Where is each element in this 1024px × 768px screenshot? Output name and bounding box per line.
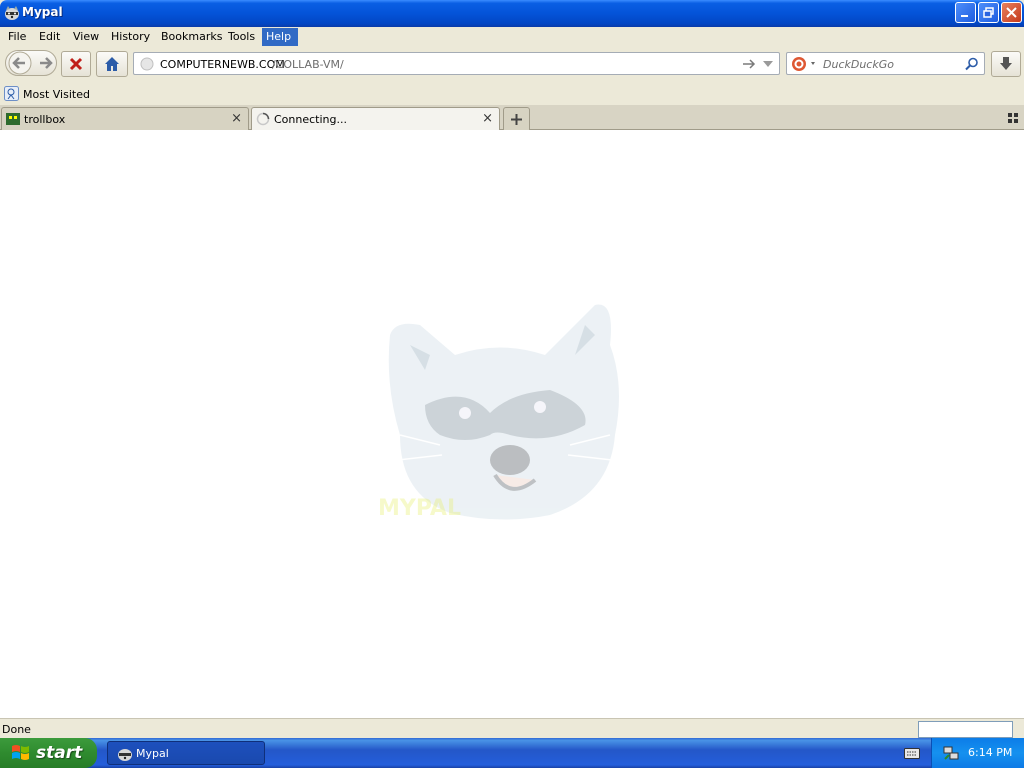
close-button[interactable] (1001, 2, 1022, 23)
page-content[interactable]: MYPAL (0, 130, 1024, 718)
svg-text:MYPAL: MYPAL (378, 496, 461, 521)
menu-help[interactable]: Help (262, 28, 298, 46)
start-label: start (36, 743, 83, 763)
globe-icon (140, 57, 154, 71)
navigation-toolbar: COMPUTERNEWB.COM /COLLAB-VM/ DuckDuckGo (0, 46, 1024, 83)
most-visited-icon (4, 86, 19, 101)
stop-button[interactable] (61, 51, 91, 77)
clock: 6:14 PM (968, 746, 1013, 759)
restore-button[interactable] (978, 2, 999, 23)
start-button[interactable]: start (0, 738, 97, 768)
minimize-icon (961, 15, 968, 17)
tab-label: trollbox (24, 113, 66, 126)
taskbar-item-label: Mypal (136, 747, 169, 760)
back-forward-group (5, 50, 57, 76)
bookmarks-toolbar: Most Visited (0, 83, 1024, 105)
tab-strip: trollbox × Connecting... × (0, 105, 1024, 131)
minimize-button[interactable] (955, 2, 976, 23)
home-icon (105, 57, 119, 71)
url-bar[interactable]: COMPUTERNEWB.COM /COLLAB-VM/ (133, 52, 780, 75)
menu-tools[interactable]: Tools (224, 28, 259, 46)
download-icon (1000, 57, 1012, 70)
menu-edit[interactable]: Edit (35, 28, 64, 46)
tab-groups-icon[interactable] (1008, 113, 1018, 123)
menu-bookmarks[interactable]: Bookmarks (157, 28, 226, 46)
window-title: Mypal (22, 5, 63, 19)
url-path: /COLLAB-VM/ (272, 58, 344, 71)
tab-connecting[interactable]: Connecting... × (251, 107, 500, 131)
search-placeholder: DuckDuckGo (823, 58, 894, 71)
downloads-button[interactable] (991, 51, 1021, 77)
menu-file[interactable]: File (4, 28, 30, 46)
taskbar-item-mypal[interactable]: Mypal (107, 741, 265, 765)
taskbar: start Mypal 6:14 PM (0, 738, 1024, 768)
home-button[interactable] (96, 51, 128, 77)
back-icon[interactable] (6, 50, 56, 76)
dropdown-icon[interactable] (762, 60, 774, 68)
keyboard-icon[interactable] (904, 746, 920, 760)
plus-icon (511, 113, 522, 125)
status-bar: Done (0, 718, 1024, 738)
trollbox-favicon (6, 113, 20, 125)
search-icon[interactable] (965, 57, 979, 71)
menu-bar: File Edit View History Bookmarks Tools H… (0, 27, 1024, 46)
windows-logo-icon (12, 745, 29, 760)
close-icon (1006, 7, 1017, 18)
status-text: Done (2, 723, 31, 736)
network-icon[interactable] (943, 745, 959, 761)
raccoon-icon (118, 749, 132, 761)
tab-trollbox[interactable]: trollbox × (1, 107, 249, 130)
restore-icon (983, 7, 994, 18)
go-arrow-icon[interactable] (742, 58, 756, 70)
tab-label: Connecting... (274, 113, 347, 126)
loading-spinner-icon (256, 112, 270, 126)
stop-icon (69, 57, 83, 71)
duckduckgo-icon[interactable] (791, 56, 819, 72)
window-titlebar[interactable]: Mypal (0, 0, 1024, 27)
menu-view[interactable]: View (69, 28, 103, 46)
tab-close-icon[interactable]: × (482, 111, 493, 126)
new-tab-button[interactable] (503, 107, 530, 130)
bookmark-most-visited[interactable]: Most Visited (23, 88, 90, 101)
url-host: COMPUTERNEWB.COM (160, 58, 285, 71)
system-tray: 6:14 PM (931, 738, 1024, 768)
status-panel (918, 721, 1013, 738)
menu-history[interactable]: History (107, 28, 154, 46)
tab-close-icon[interactable]: × (231, 111, 242, 126)
raccoon-icon (5, 6, 19, 20)
raccoon-logo-image: MYPAL (378, 304, 619, 521)
search-bar[interactable]: DuckDuckGo (786, 52, 985, 75)
